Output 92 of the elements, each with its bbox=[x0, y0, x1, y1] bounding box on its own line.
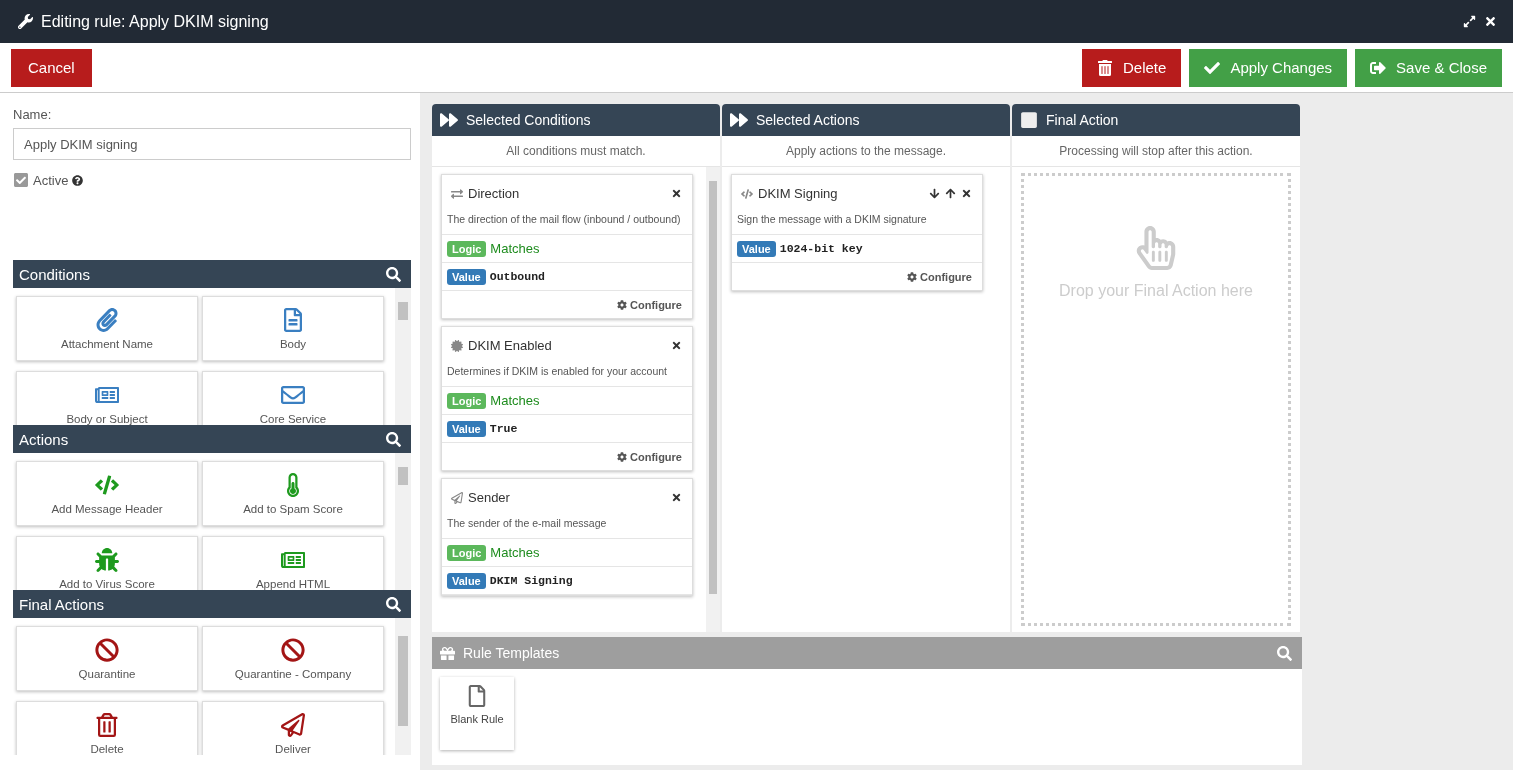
card-title: Direction bbox=[468, 186, 521, 201]
close-icon[interactable] bbox=[961, 188, 972, 199]
card-title: DKIM Signing bbox=[758, 186, 839, 201]
column-title: Final Action bbox=[1046, 112, 1119, 128]
hand-pointer-icon bbox=[1134, 226, 1178, 270]
palette-tile[interactable]: Body bbox=[202, 296, 384, 361]
trash-icon bbox=[1097, 59, 1113, 76]
square-icon bbox=[1020, 111, 1038, 129]
paper-plane-icon bbox=[281, 712, 305, 737]
gear-icon bbox=[617, 299, 628, 310]
value-text: 1024-bit key bbox=[779, 242, 863, 255]
document-icon bbox=[281, 307, 305, 332]
exit-icon bbox=[1370, 59, 1387, 76]
palette-tile[interactable]: Delete bbox=[16, 701, 198, 755]
section-title: Rule Templates bbox=[463, 645, 561, 661]
gear-icon bbox=[907, 271, 918, 282]
scrollbar[interactable] bbox=[395, 618, 411, 755]
close-icon[interactable] bbox=[671, 340, 682, 351]
move-down-icon[interactable] bbox=[929, 188, 940, 199]
logic-text: Matches bbox=[490, 545, 540, 560]
logic-label: Logic bbox=[447, 392, 487, 409]
logic-text: Matches bbox=[490, 393, 540, 408]
delete-button[interactable]: Delete bbox=[1082, 48, 1182, 87]
wrench-icon bbox=[18, 14, 33, 29]
value-label: Value bbox=[737, 240, 776, 257]
close-icon[interactable] bbox=[1484, 15, 1497, 28]
column-title: Selected Conditions bbox=[466, 112, 591, 128]
palette-tile[interactable]: Quarantine - Company bbox=[202, 626, 384, 691]
value-label: Value bbox=[447, 572, 486, 589]
paper-plane-icon bbox=[451, 491, 463, 504]
configure-link[interactable]: Configure bbox=[907, 270, 972, 283]
palette-tile[interactable]: Deliver bbox=[202, 701, 384, 755]
card-description: Sign the message with a DKIM signature bbox=[732, 209, 982, 235]
card-title: DKIM Enabled bbox=[468, 338, 553, 353]
file-icon bbox=[466, 685, 488, 707]
badge-icon bbox=[451, 339, 463, 352]
value-label: Value bbox=[447, 268, 486, 285]
trash-icon bbox=[95, 712, 119, 737]
window-title: Editing rule: Apply DKIM signing bbox=[41, 12, 270, 31]
scrollbar[interactable] bbox=[706, 167, 720, 632]
gift-icon bbox=[440, 645, 455, 661]
palette-tile[interactable]: Add to Spam Score bbox=[202, 461, 384, 526]
checkbox[interactable] bbox=[13, 172, 29, 188]
double-arrow-icon bbox=[730, 111, 748, 129]
card-description: The direction of the mail flow (inbound / outbound) bbox=[442, 209, 692, 235]
move-up-icon[interactable] bbox=[945, 188, 956, 199]
section-title: Actions bbox=[19, 430, 69, 448]
logic-text: Matches bbox=[490, 241, 540, 256]
expand-icon[interactable] bbox=[1463, 15, 1476, 28]
field-label: Name: bbox=[13, 107, 53, 122]
card-description: Determines if DKIM is enabled for your account bbox=[442, 361, 692, 387]
exchange-arrows-icon bbox=[451, 187, 463, 200]
check-icon bbox=[1204, 59, 1221, 76]
cancel-button[interactable]: Cancel bbox=[11, 48, 92, 87]
checkbox-label: Active bbox=[33, 172, 69, 188]
card-description: The sender of the e-mail message bbox=[442, 513, 692, 539]
column-subtitle: Apply actions to the message. bbox=[722, 136, 1010, 167]
palette-tile[interactable]: Quarantine bbox=[16, 626, 198, 691]
value-text: Outbound bbox=[489, 270, 545, 283]
gear-icon bbox=[617, 451, 628, 462]
scrollbar[interactable] bbox=[395, 453, 411, 590]
template-tile[interactable]: Blank Rule bbox=[440, 677, 514, 750]
name-input[interactable]: Apply DKIM signing bbox=[13, 128, 411, 160]
column-title: Selected Actions bbox=[756, 112, 860, 128]
ban-icon bbox=[281, 637, 305, 662]
code-icon bbox=[95, 472, 119, 497]
section-title: Conditions bbox=[19, 265, 90, 283]
close-icon[interactable] bbox=[671, 188, 682, 199]
help-icon[interactable] bbox=[72, 174, 84, 186]
value-text: DKIM Signing bbox=[489, 574, 573, 587]
double-arrow-icon bbox=[440, 111, 458, 129]
value-text: True bbox=[489, 422, 518, 435]
logic-label: Logic bbox=[447, 544, 487, 561]
ban-icon bbox=[95, 637, 119, 662]
close-icon[interactable] bbox=[671, 492, 682, 503]
card-title: Sender bbox=[468, 490, 511, 505]
scrollbar[interactable] bbox=[395, 288, 411, 425]
code-icon bbox=[741, 187, 753, 200]
logic-label: Logic bbox=[447, 240, 487, 257]
search-icon[interactable] bbox=[386, 266, 401, 282]
column-subtitle: All conditions must match. bbox=[432, 136, 720, 167]
paperclip-icon bbox=[95, 307, 119, 332]
configure-link[interactable]: Configure bbox=[617, 298, 682, 311]
column-subtitle: Processing will stop after this action. bbox=[1012, 136, 1300, 167]
palette-tile[interactable]: Add Message Header bbox=[16, 461, 198, 526]
value-label: Value bbox=[447, 420, 486, 437]
configure-link[interactable]: Configure bbox=[617, 450, 682, 463]
section-title: Final Actions bbox=[19, 595, 105, 613]
palette-tile[interactable]: Attachment Name bbox=[16, 296, 198, 361]
bug-icon bbox=[95, 547, 119, 572]
search-icon[interactable] bbox=[386, 596, 401, 612]
search-icon[interactable] bbox=[386, 431, 401, 447]
